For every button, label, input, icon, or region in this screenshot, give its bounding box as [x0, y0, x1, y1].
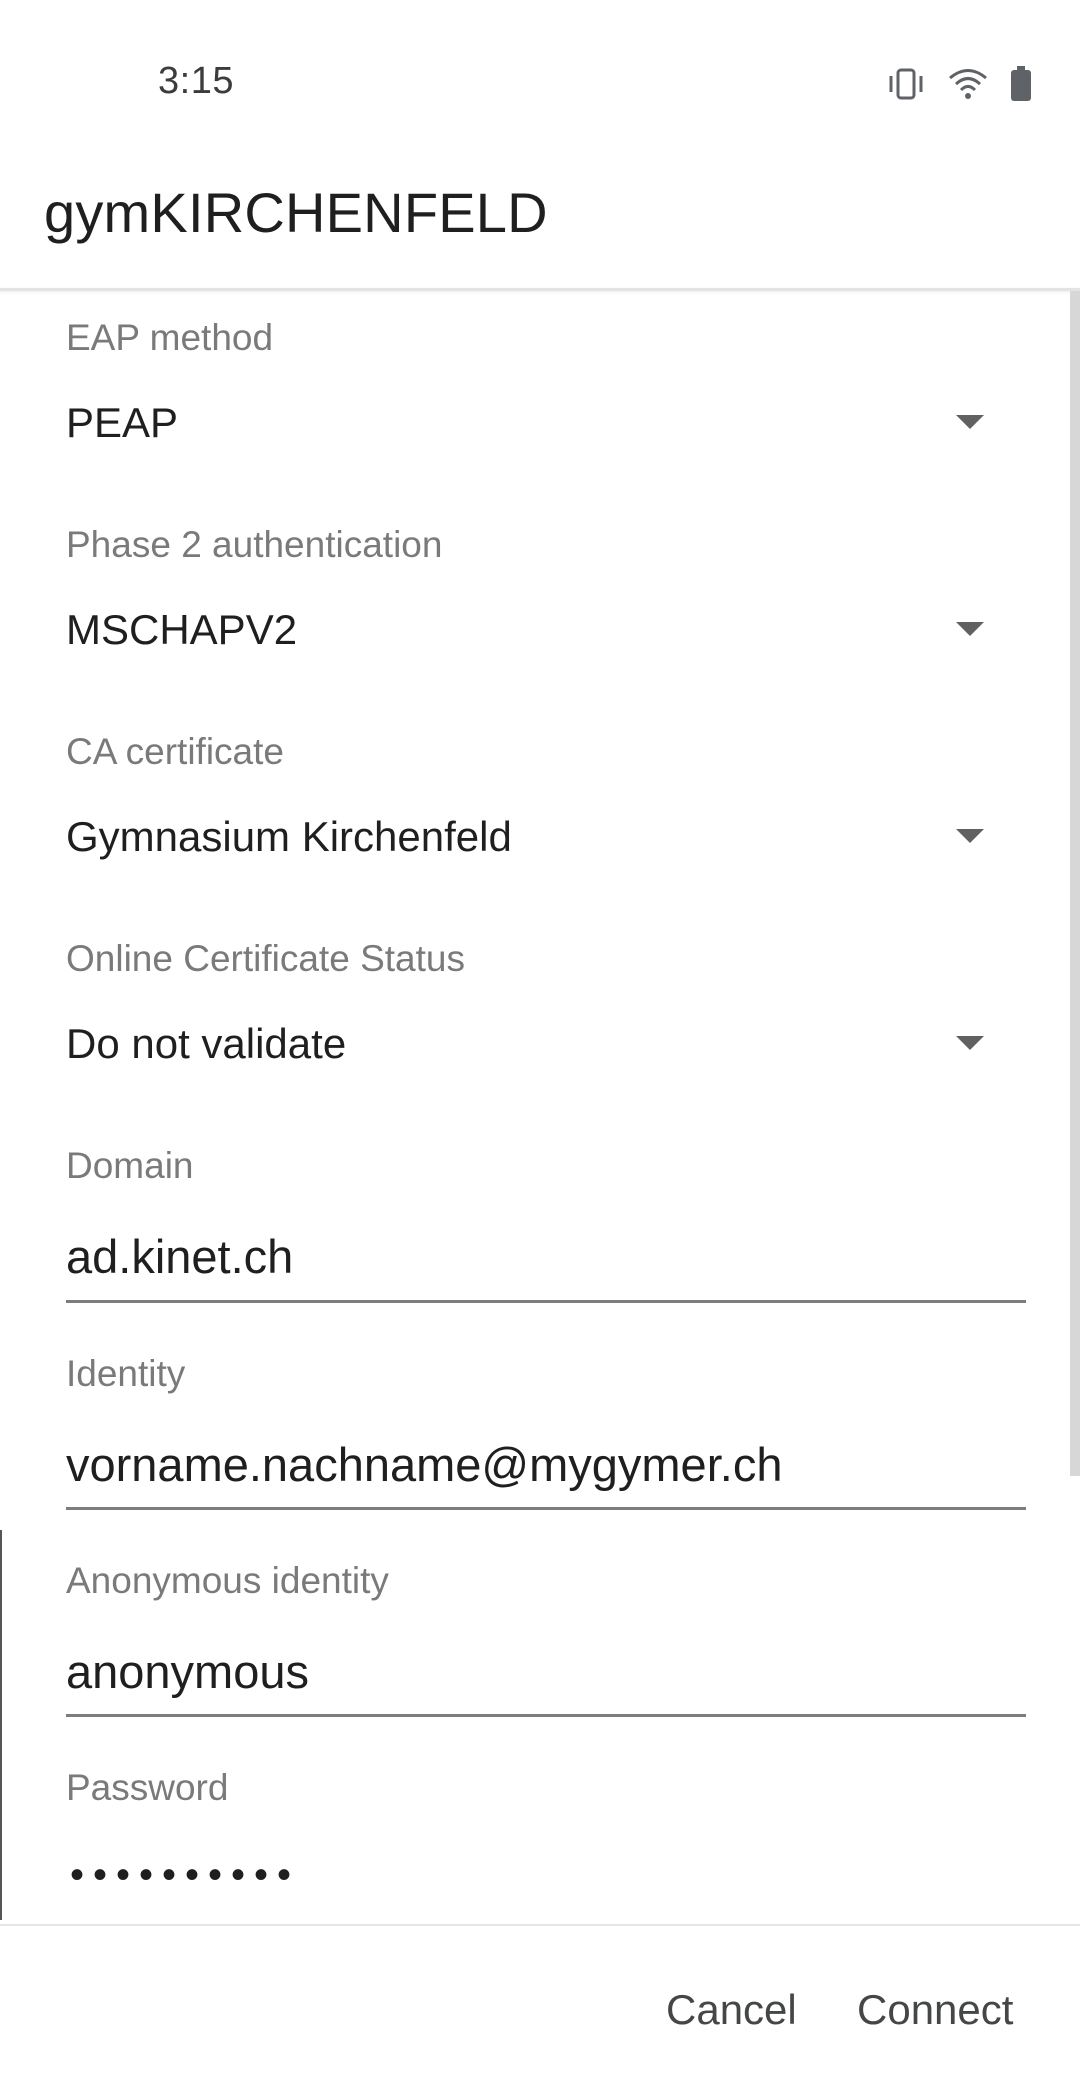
ocsp-select[interactable]: Do not validate	[0, 992, 1060, 1102]
phase2-auth-value: MSCHAPV2	[66, 606, 298, 653]
cancel-button[interactable]: Cancel	[666, 1986, 797, 2034]
phase2-auth-label: Phase 2 authentication	[66, 524, 443, 565]
ca-certificate-value: Gymnasium Kirchenfeld	[66, 813, 512, 860]
ocsp-value: Do not validate	[66, 1020, 347, 1067]
eap-method-value: PEAP	[66, 399, 179, 446]
scrollbar[interactable]	[1070, 291, 1080, 1476]
wifi-icon	[948, 67, 988, 101]
vibrate-icon	[886, 67, 926, 101]
anonymous-identity-underline	[66, 1714, 1026, 1717]
eap-method-select[interactable]: PEAP	[0, 371, 1060, 481]
status-time: 3:15	[158, 60, 234, 102]
connect-button[interactable]: Connect	[857, 1986, 1013, 2034]
phase2-auth-select[interactable]: MSCHAPV2	[0, 578, 1060, 688]
dropdown-arrow-icon	[956, 829, 984, 843]
battery-icon	[1010, 66, 1032, 102]
ocsp-label: Online Certificate Status	[66, 938, 465, 979]
form-content[interactable]: EAP method PEAP Phase 2 authentication M…	[0, 291, 1080, 1924]
ca-certificate-select[interactable]: Gymnasium Kirchenfeld	[0, 785, 1060, 895]
edge-divider	[0, 1530, 2, 1920]
dropdown-arrow-icon	[956, 1036, 984, 1050]
identity-label: Identity	[66, 1353, 186, 1394]
dropdown-arrow-icon	[956, 622, 984, 636]
identity-underline	[66, 1507, 1026, 1510]
domain-label: Domain	[66, 1145, 194, 1186]
password-label: Password	[66, 1767, 229, 1808]
password-input[interactable]: ••••••••••	[70, 1853, 300, 1898]
domain-underline	[66, 1300, 1026, 1303]
anonymous-identity-label: Anonymous identity	[66, 1560, 389, 1601]
status-icons	[886, 60, 1032, 108]
action-bar: Cancel Connect	[0, 1926, 1080, 2088]
identity-input[interactable]: vorname.nachname@mygymer.ch	[66, 1437, 782, 1492]
ca-certificate-label: CA certificate	[66, 731, 284, 772]
dialog-title: gymKIRCHENFELD	[44, 181, 548, 244]
dropdown-arrow-icon	[956, 415, 984, 429]
status-bar: 3:15	[0, 0, 1080, 170]
anonymous-identity-input[interactable]: anonymous	[66, 1644, 309, 1699]
domain-input[interactable]: ad.kinet.ch	[66, 1229, 293, 1284]
eap-method-label: EAP method	[66, 317, 274, 358]
